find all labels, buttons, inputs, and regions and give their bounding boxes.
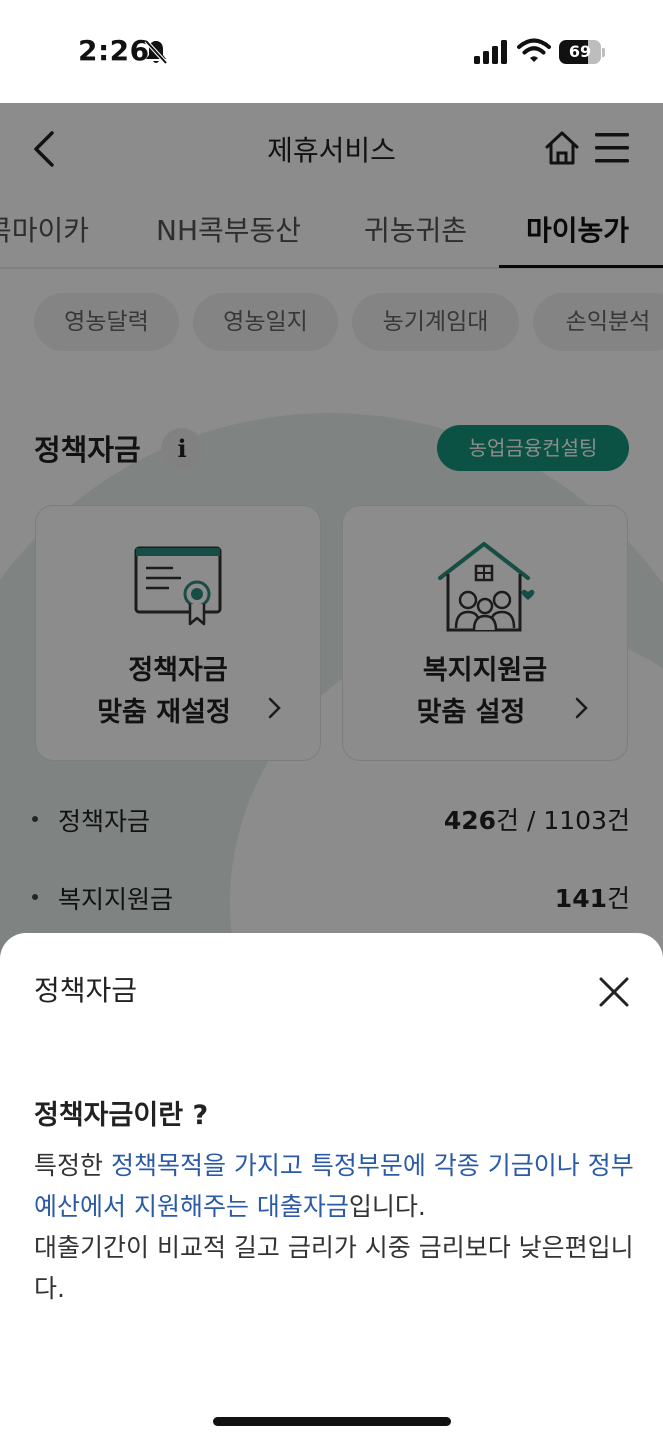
battery-icon: 69: [559, 38, 605, 66]
sheet-title: 정책자금: [34, 974, 138, 1007]
sheet-description: 특정한 정책목적을 가지고 특정부문에 각종 기금이나 정부 예산에서 지원해주…: [34, 1151, 634, 1303]
status-bar: 2:26 69: [0, 0, 663, 103]
close-icon[interactable]: [598, 976, 630, 1008]
highlighted-text: 정책목적을 가지고 특정부문에 각종 기금이나 정부 예산에서 지원해주는 대출…: [34, 1151, 634, 1221]
bell-slash-icon: [144, 39, 168, 65]
wifi-icon: [517, 38, 551, 62]
status-time: 2:26: [78, 34, 150, 67]
bottom-sheet: 정책자금 정책자금이란 ? 특정한 정책목적을 가지고 특정부문에 각종 기금이…: [0, 933, 663, 1440]
sheet-heading: 정책자금이란 ?: [34, 1100, 209, 1131]
cellular-signal-icon: [474, 40, 507, 64]
home-indicator[interactable]: [213, 1417, 451, 1426]
battery-level: 69: [568, 42, 592, 61]
